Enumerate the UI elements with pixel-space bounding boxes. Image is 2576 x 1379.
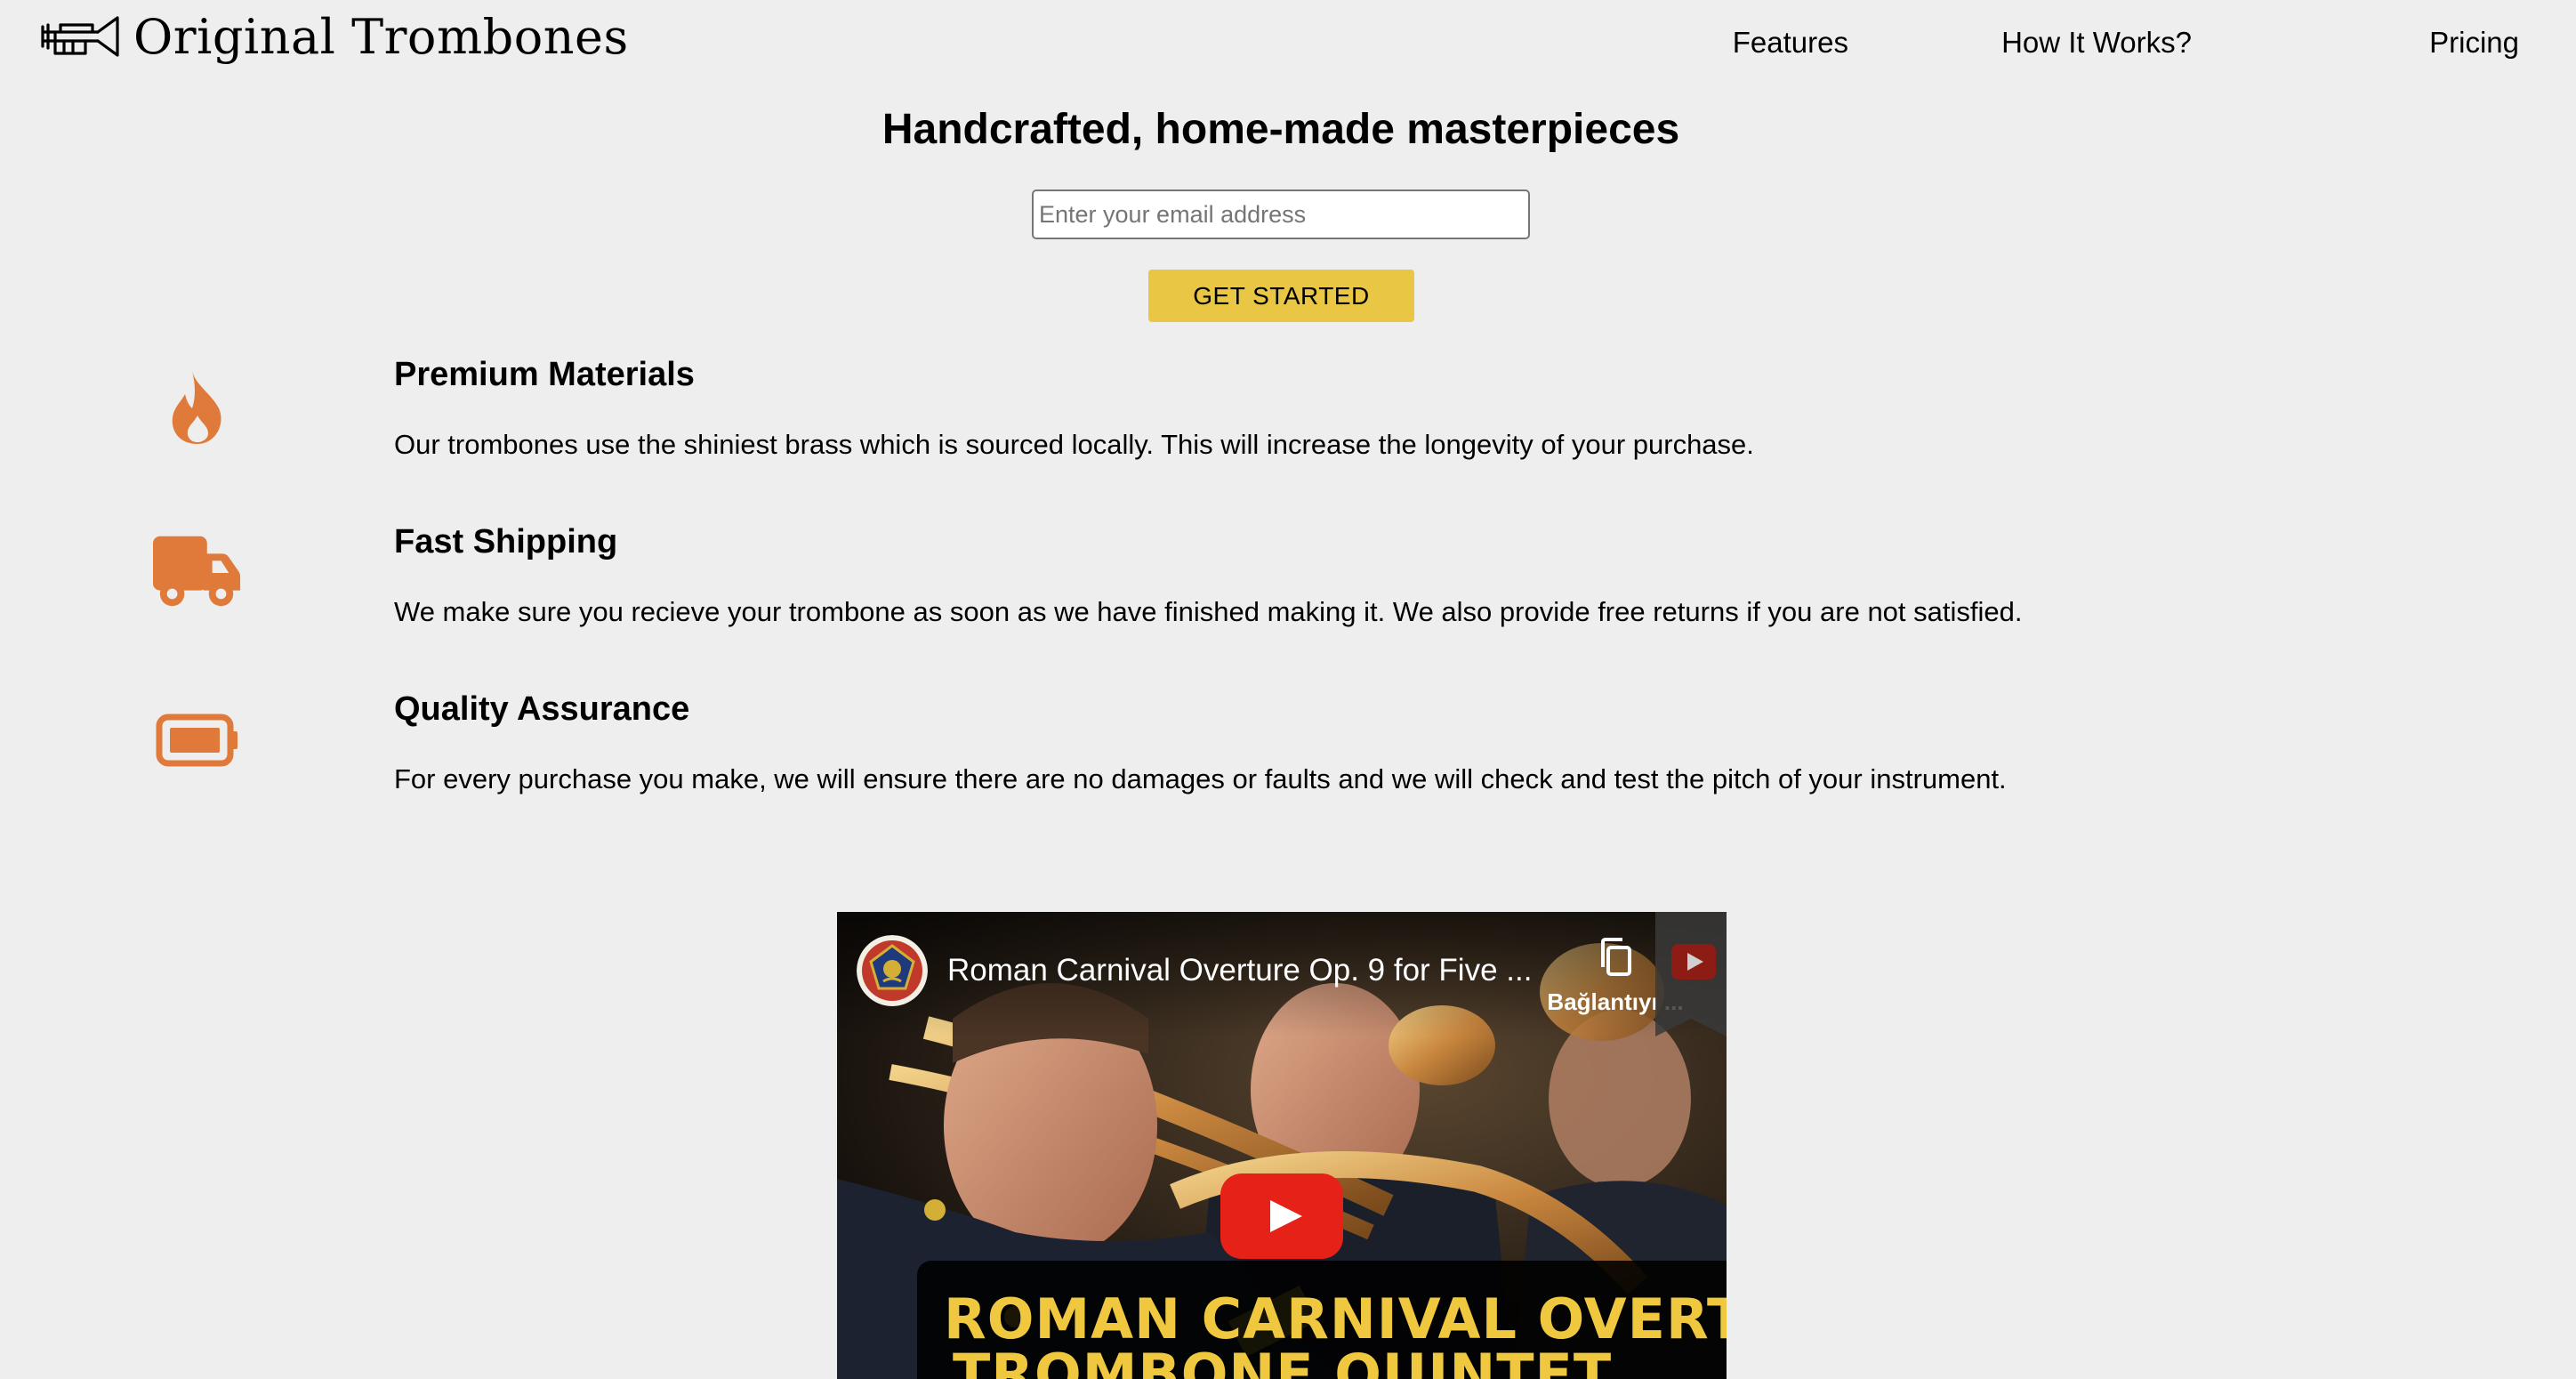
play-button[interactable] (1220, 1173, 1343, 1259)
site-header: Original Trombones Features How It Works… (0, 0, 2576, 85)
feature-title: Premium Materials (394, 356, 695, 393)
feature-quality-assurance: Quality Assurance For every purchase you… (0, 680, 2576, 840)
feature-description: We make sure you recieve your trombone a… (394, 596, 2023, 627)
feature-title: Quality Assurance (394, 690, 690, 728)
battery-full-icon (153, 696, 242, 785)
nav-link-how-it-works[interactable]: How It Works? (2001, 25, 2192, 60)
channel-avatar[interactable] (857, 935, 928, 1006)
feature-premium-materials: Premium Materials Our trombones use the … (0, 345, 2576, 505)
email-input[interactable] (1032, 190, 1530, 239)
hero-title: Handcrafted, home-made masterpieces (881, 106, 1680, 153)
nav-link-pricing[interactable]: Pricing (2429, 25, 2519, 60)
video-title[interactable]: Roman Carnival Overture Op. 9 for Five .… (947, 951, 1534, 990)
fire-icon (153, 363, 242, 452)
brand-name: Original Trombones (133, 9, 629, 65)
feature-description: For every purchase you make, we will ens… (394, 763, 2007, 794)
feature-fast-shipping: Fast Shipping We make sure you recieve y… (0, 512, 2576, 673)
feature-title: Fast Shipping (394, 523, 618, 560)
get-started-button[interactable]: GET STARTED (1148, 270, 1414, 322)
youtube-logo-icon[interactable] (1655, 912, 1727, 1036)
trombone-icon (41, 16, 119, 57)
truck-icon (153, 527, 242, 616)
feature-description: Our trombones use the shiniest brass whi… (394, 429, 1754, 460)
copy-icon (1601, 938, 1631, 976)
logo[interactable]: Original Trombones (39, 9, 629, 66)
caption-subtitle: TROMBONE QUINTET (953, 1342, 1613, 1379)
video-player[interactable]: Roman Carnival Overture Op. 9 for Five .… (837, 912, 1727, 1379)
nav-link-features[interactable]: Features (1733, 25, 1848, 60)
